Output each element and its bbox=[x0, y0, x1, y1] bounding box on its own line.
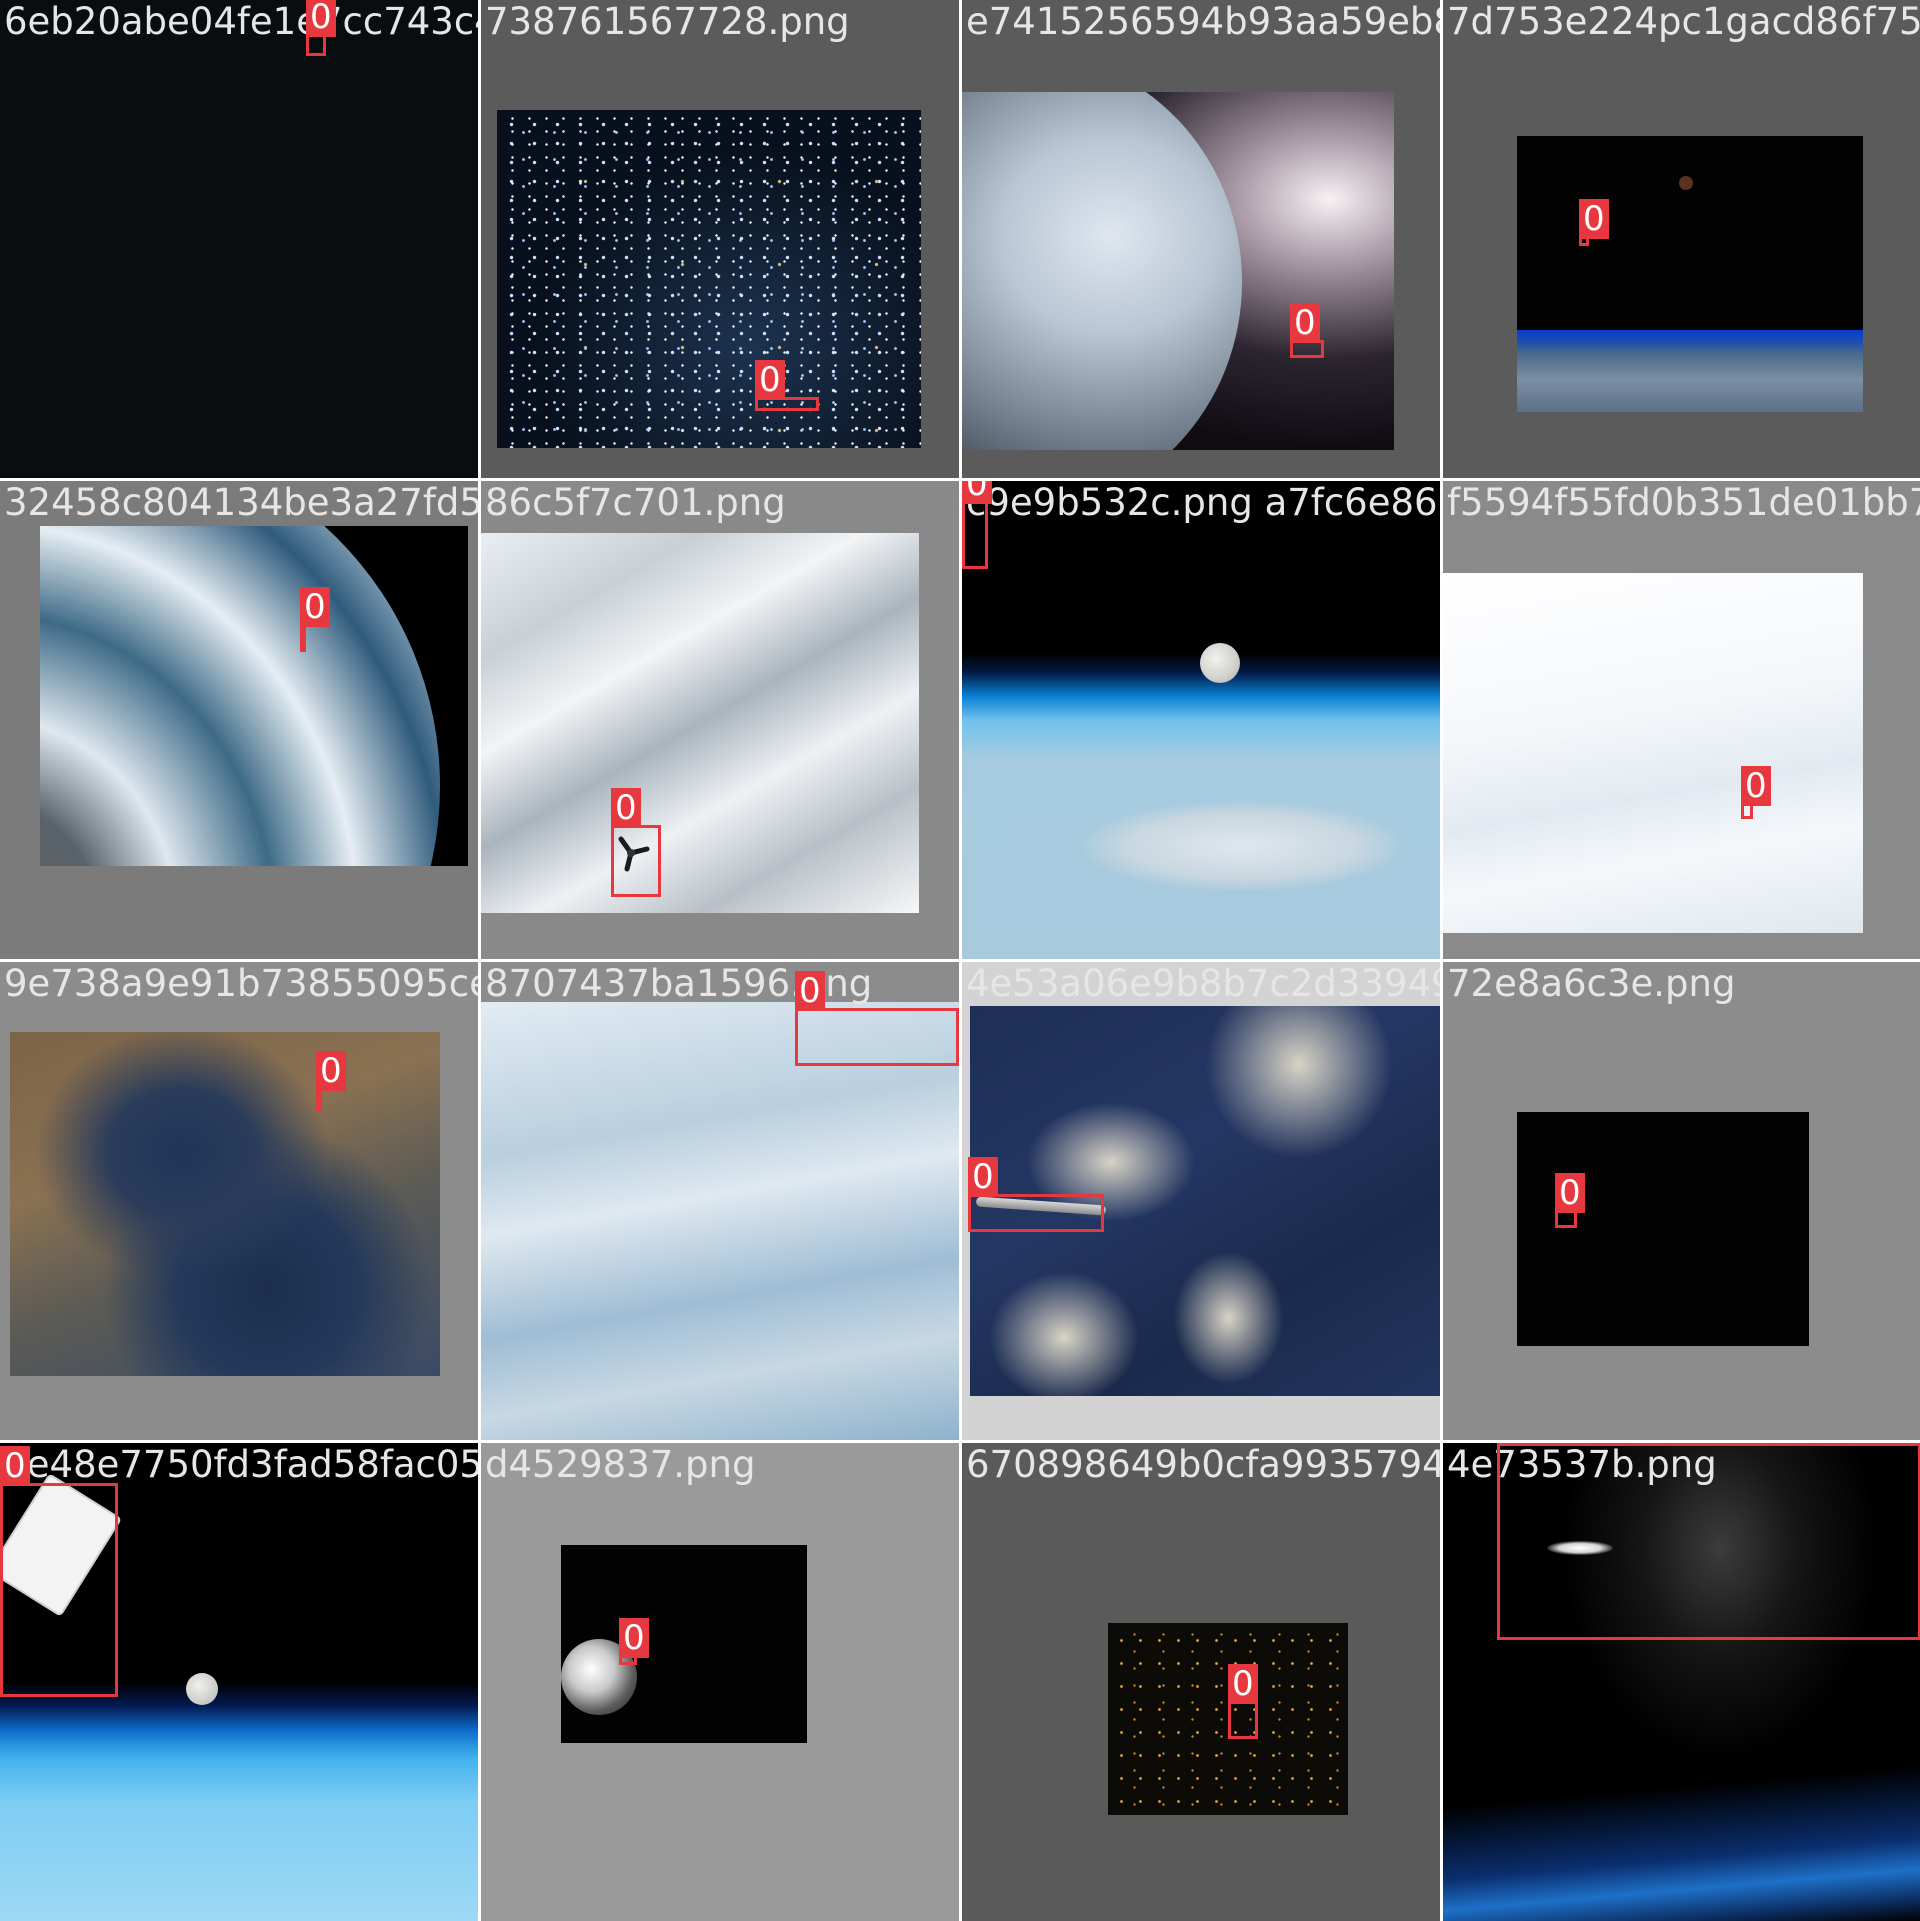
detection-box[interactable]: 0 bbox=[1741, 766, 1771, 819]
tile-filename: f5594f55fd0b351de01bb7bb bbox=[1447, 481, 1920, 524]
tile-filename: 72e8a6c3e.png bbox=[1447, 962, 1736, 1005]
tile-filename: 32458c804134be3a27fd59628fc55f7c701905ee… bbox=[4, 481, 478, 524]
dark-space-photo bbox=[1517, 1112, 1809, 1346]
moon bbox=[186, 1673, 218, 1705]
class-label: 0 bbox=[1228, 1664, 1258, 1704]
mosaic-tile-5[interactable]: 32458c804134be3a27fd59628fc55f7c701905ee… bbox=[0, 481, 478, 959]
class-label: 0 bbox=[795, 971, 825, 1011]
class-label: 0 bbox=[619, 1618, 649, 1658]
tile-filename: 86c5f7c701.png bbox=[485, 481, 786, 524]
tile-filename: 4e53a06e9b8b7c2d339491dd72e8a6c3e24f2748… bbox=[966, 962, 1440, 1005]
detection-box[interactable]: 0 bbox=[1579, 199, 1609, 246]
detection-box[interactable]: 0 bbox=[755, 360, 819, 411]
mosaic-tile-16[interactable]: 4e73537b.png 0 bbox=[1443, 1443, 1920, 1921]
earth-limb bbox=[962, 92, 1242, 450]
detection-box[interactable]: 0 bbox=[0, 1446, 118, 1697]
mosaic-tile-1[interactable]: 6eb20abe04fe1e7cc743c4ff83f76536728ge9b1… bbox=[0, 0, 478, 478]
mosaic-tile-3[interactable]: e7415256594b93aa59eb8a7d753e224.png 0 bbox=[962, 0, 1440, 478]
mosaic-tile-4[interactable]: 7d753e224pc1gacd86f7506d 0 bbox=[1443, 0, 1920, 478]
starfield-photo bbox=[497, 110, 921, 448]
lake-feature bbox=[1082, 801, 1402, 891]
detection-box[interactable]: 0 bbox=[1497, 1443, 1920, 1640]
terrain-photo bbox=[10, 1032, 440, 1376]
class-label: 0 bbox=[1555, 1173, 1585, 1213]
detection-mosaic: 6eb20abe04fe1e7cc743c4ff83f76536728ge9b1… bbox=[0, 0, 1920, 1921]
class-label: 0 bbox=[1497, 1443, 1527, 1446]
class-label: 0 bbox=[1290, 303, 1320, 343]
mosaic-tile-14[interactable]: d4529837.png 0 bbox=[481, 1443, 959, 1921]
class-label: 0 bbox=[0, 1446, 30, 1486]
horizon-photo bbox=[1517, 136, 1863, 412]
mosaic-tile-2[interactable]: 738761567728.png 0 bbox=[481, 0, 959, 478]
tile-filename: 9e738a9e91b73855095ceb7537447bde15966c0e… bbox=[4, 962, 478, 1005]
class-label: 0 bbox=[968, 1157, 998, 1197]
detection-box[interactable]: 0 bbox=[968, 1157, 1104, 1232]
detection-box[interactable]: 0 bbox=[611, 788, 661, 897]
grid-divider bbox=[0, 478, 1920, 481]
class-label: 0 bbox=[306, 0, 336, 37]
class-label: 0 bbox=[1579, 199, 1609, 239]
mosaic-tile-10[interactable]: 8707437ba1596.png 0 bbox=[481, 962, 959, 1440]
detection-box[interactable]: 0 bbox=[316, 1051, 346, 1112]
class-label: 0 bbox=[962, 481, 992, 504]
grid-divider bbox=[0, 959, 1920, 962]
mosaic-tile-12[interactable]: 72e8a6c3e.png 0 bbox=[1443, 962, 1920, 1440]
class-label: 0 bbox=[755, 360, 785, 400]
planet-dot bbox=[1679, 176, 1693, 190]
tile-filename: 6eb20abe04fe1e7cc743c4ff83f76536728ge9b1… bbox=[4, 0, 478, 43]
class-label: 0 bbox=[1741, 766, 1771, 806]
detection-box[interactable]: 0 bbox=[1228, 1664, 1258, 1739]
mosaic-tile-15[interactable]: 670898649b0cfa99357940c9341735537a68181c… bbox=[962, 1443, 1440, 1921]
cloud-ocean-photo bbox=[481, 1002, 959, 1440]
snowy-terrain-photo bbox=[481, 533, 919, 913]
cloud-cover-photo bbox=[1443, 573, 1863, 933]
class-label: 0 bbox=[300, 587, 330, 627]
tile-filename: 7d753e224pc1gacd86f7506d bbox=[1447, 0, 1920, 43]
earth-limb-photo bbox=[962, 92, 1394, 450]
mosaic-tile-6[interactable]: 86c5f7c701.png 0 bbox=[481, 481, 959, 959]
tile-filename: d4529837.png bbox=[485, 1443, 756, 1486]
horizon-band bbox=[1517, 330, 1863, 412]
mosaic-tile-7[interactable]: c9e9b532c.png a7fc6e860e60f 0 bbox=[962, 481, 1440, 959]
mosaic-tile-11[interactable]: 4e53a06e9b8b7c2d339491dd72e8a6c3e24f2748… bbox=[962, 962, 1440, 1440]
detection-box[interactable]: 0 bbox=[1290, 303, 1324, 358]
class-label: 0 bbox=[316, 1051, 346, 1091]
class-label: 0 bbox=[611, 788, 641, 828]
detection-box[interactable]: 0 bbox=[795, 971, 959, 1066]
mosaic-tile-8[interactable]: f5594f55fd0b351de01bb7bb 0 bbox=[1443, 481, 1920, 959]
detection-box[interactable]: 0 bbox=[1555, 1173, 1585, 1228]
earth-disc bbox=[40, 526, 440, 866]
tile-filename: 670898649b0cfa99357940c9341735537a68181c… bbox=[966, 1443, 1440, 1486]
tile-filename: e7415256594b93aa59eb8a7d753e224.png bbox=[966, 0, 1440, 43]
earth-curve-photo bbox=[40, 526, 468, 866]
detection-box[interactable]: 0 bbox=[962, 481, 992, 569]
moon bbox=[1200, 643, 1240, 683]
detection-box[interactable]: 0 bbox=[300, 587, 330, 652]
earth-from-space-photo bbox=[561, 1545, 807, 1743]
detection-box[interactable]: 0 bbox=[306, 0, 336, 56]
tile-filename: 738761567728.png bbox=[485, 0, 850, 43]
mosaic-tile-13[interactable]: ee48e7750fd3fad58fac059ed4529677ea349393… bbox=[0, 1443, 478, 1921]
mosaic-tile-9[interactable]: 9e738a9e91b73855095ceb7537447bde15966c0e… bbox=[0, 962, 478, 1440]
detection-box[interactable]: 0 bbox=[619, 1618, 649, 1665]
